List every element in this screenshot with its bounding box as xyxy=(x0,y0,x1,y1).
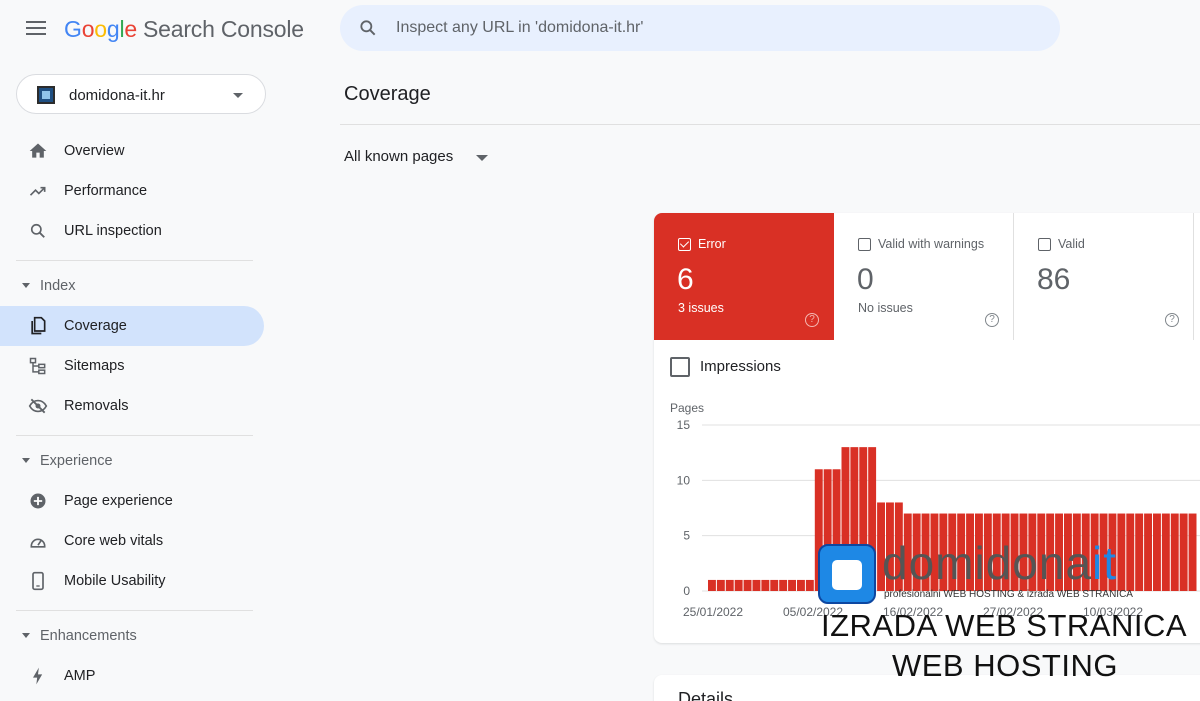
tile-valid[interactable]: Valid 86 ? xyxy=(1014,213,1194,340)
file-copy-icon xyxy=(31,316,46,335)
details-heading: Details xyxy=(678,689,734,701)
speed-gauge-icon xyxy=(30,538,46,548)
collapse-arrow-icon xyxy=(22,283,30,288)
search-icon xyxy=(30,223,45,238)
smartphone-icon xyxy=(32,571,44,591)
dropdown-arrow-icon xyxy=(476,155,488,161)
help-icon[interactable]: ? xyxy=(985,313,999,327)
page-title: Coverage xyxy=(344,83,431,105)
bar xyxy=(761,579,770,591)
pages-filter-dropdown[interactable]: All known pages xyxy=(344,148,488,170)
plus-circle-icon xyxy=(30,493,46,509)
nav-page-experience[interactable]: Page experience xyxy=(0,481,264,521)
bar xyxy=(779,579,788,591)
section-enhancements[interactable]: Enhancements xyxy=(0,621,260,651)
tile-valid-with-warnings[interactable]: Valid with warnings 0 No issues ? xyxy=(834,213,1014,340)
eye-off-icon xyxy=(28,398,48,414)
nav-core-web-vitals[interactable]: Core web vitals xyxy=(0,521,264,561)
y-axis-label: Pages xyxy=(670,401,704,415)
nav-removals[interactable]: Removals xyxy=(0,386,264,426)
section-index[interactable]: Index xyxy=(0,271,260,301)
url-inspection-search[interactable] xyxy=(340,5,1060,51)
sidebar-divider xyxy=(16,435,253,436)
checkbox-icon[interactable] xyxy=(670,357,690,377)
sidebar-divider xyxy=(16,260,253,261)
tile-error[interactable]: Error 6 3 issues ? xyxy=(654,213,834,340)
y-tick-label: 0 xyxy=(683,584,690,598)
bar xyxy=(805,579,814,591)
bar xyxy=(734,579,743,591)
warning-count: 0 xyxy=(857,263,874,296)
watermark-line-2: WEB HOSTING xyxy=(892,648,1118,683)
bar xyxy=(788,579,796,591)
help-icon[interactable]: ? xyxy=(1165,313,1179,327)
watermark-line-1: IZRADA WEB STRANICA xyxy=(821,608,1188,643)
lightning-bolt-icon xyxy=(33,667,43,685)
home-icon xyxy=(29,143,47,158)
error-count: 6 xyxy=(677,263,694,296)
section-experience[interactable]: Experience xyxy=(0,446,260,476)
title-divider xyxy=(340,124,1200,125)
nav-coverage[interactable]: Coverage xyxy=(0,306,264,346)
bar xyxy=(743,579,752,591)
nav-mobile-usability[interactable]: Mobile Usability xyxy=(0,561,264,601)
collapse-arrow-icon xyxy=(22,458,30,463)
watermark-brand: domidonait xyxy=(882,537,1118,589)
search-input[interactable] xyxy=(396,15,1036,41)
main-menu-icon[interactable] xyxy=(24,18,48,42)
property-name: domidona-it.hr xyxy=(69,87,165,104)
property-selector[interactable]: domidona-it.hr xyxy=(16,74,266,114)
sitemap-icon xyxy=(29,357,46,375)
domidona-watermark: domidonait profesionalni WEB HOSTING & i… xyxy=(818,537,1200,692)
nav-url-inspection[interactable]: URL inspection xyxy=(0,211,264,251)
bar xyxy=(708,579,716,591)
checkbox-icon[interactable] xyxy=(858,238,871,251)
domidona-logo-icon xyxy=(818,544,876,604)
x-tick-label: 25/01/2022 xyxy=(683,605,743,619)
help-icon[interactable]: ? xyxy=(805,313,819,327)
site-favicon-icon xyxy=(37,86,55,104)
sidebar-divider xyxy=(16,610,253,611)
google-search-console-logo[interactable]: Google Search Console xyxy=(64,16,304,43)
chevron-down-icon xyxy=(233,93,243,98)
y-tick-label: 15 xyxy=(677,418,691,432)
search-icon xyxy=(360,20,376,36)
top-bar: Google Search Console xyxy=(0,0,1200,60)
nav-overview[interactable]: Overview xyxy=(0,131,264,171)
nav-amp[interactable]: AMP xyxy=(0,656,264,696)
bar xyxy=(725,579,734,591)
checkbox-checked-icon[interactable] xyxy=(678,238,691,251)
trending-up-icon xyxy=(29,186,46,196)
collapse-arrow-icon xyxy=(22,633,30,638)
y-tick-label: 10 xyxy=(677,473,691,487)
bar xyxy=(716,579,725,591)
bar xyxy=(752,579,761,591)
checkbox-icon[interactable] xyxy=(1038,238,1051,251)
nav-sitemaps[interactable]: Sitemaps xyxy=(0,346,264,386)
y-tick-label: 5 xyxy=(683,529,690,543)
nav-performance[interactable]: Performance xyxy=(0,171,264,211)
bar xyxy=(797,579,805,591)
bar xyxy=(770,579,779,591)
watermark-tagline: profesionalni WEB HOSTING & izrada WEB S… xyxy=(884,589,1133,600)
valid-count: 86 xyxy=(1037,263,1071,296)
